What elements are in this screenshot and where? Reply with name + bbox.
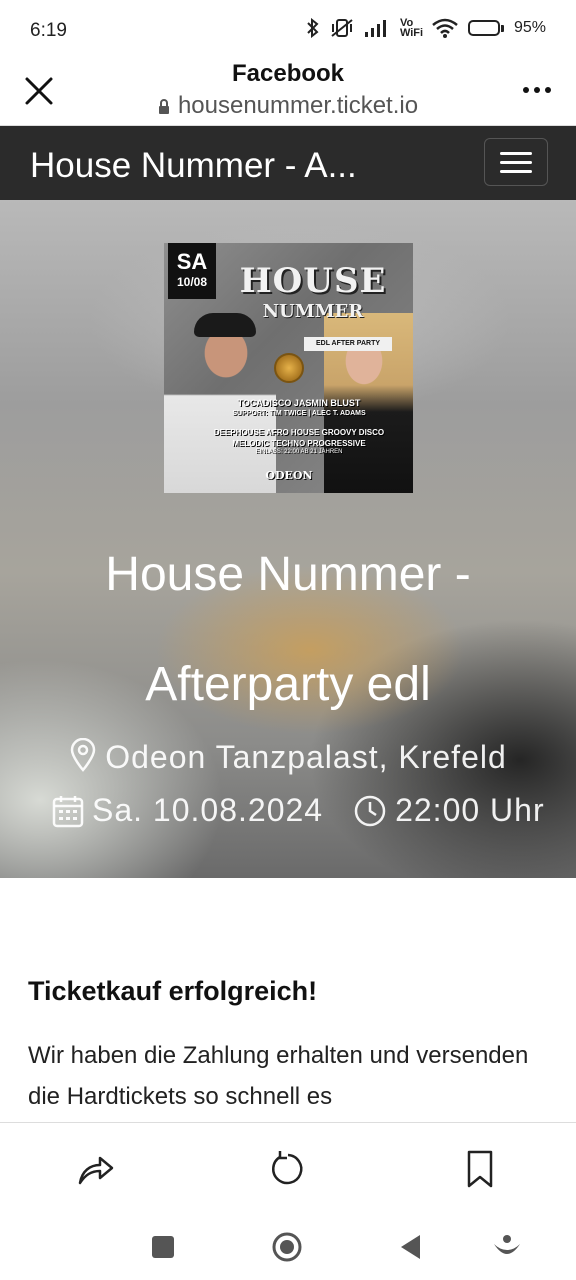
recents-button[interactable] — [146, 1230, 180, 1264]
home-button[interactable] — [270, 1230, 304, 1264]
status-bar: 6:19 Vo WiFi 95% — [0, 0, 576, 60]
poster-day: SA — [176, 249, 208, 274]
confirmation-heading: Ticketkauf erfolgreich! — [28, 976, 318, 1006]
battery-percent: 95% — [513, 19, 546, 36]
lock-icon — [158, 98, 169, 114]
poster-artists: TOCADISCO JASMIN BLUST — [237, 398, 361, 408]
location-pin-icon — [70, 737, 96, 772]
purchase-confirmation: Ticketkauf erfolgreich! Wir haben die Za… — [28, 976, 548, 1117]
assist-icon — [494, 1235, 520, 1254]
event-time: 22:00 Uhr — [395, 792, 545, 828]
site-navbar: House Nummer - A... — [0, 126, 576, 200]
poster-entry: EINLASS: 22:00 AB 21 JAHREN — [255, 449, 343, 455]
close-icon — [25, 77, 53, 105]
vowifi-label: Vo WiFi — [399, 17, 424, 39]
poster-date: 10/08 — [176, 275, 208, 289]
more-icon — [523, 87, 529, 93]
event-title: House Nummer - Afterparty edl — [105, 548, 471, 711]
close-button[interactable] — [22, 74, 56, 108]
event-venue: Odeon Tanzpalast, Krefeld — [0, 737, 576, 776]
bookmark-button[interactable] — [460, 1149, 500, 1189]
browser-url[interactable]: housenummer.ticket.io — [0, 92, 576, 120]
share-button[interactable] — [76, 1149, 116, 1189]
status-time: 6:19 — [30, 20, 67, 41]
poster-venue: ODEON — [265, 469, 313, 482]
recents-icon — [152, 1236, 174, 1258]
vibrate-icon — [331, 19, 353, 37]
signal-icon — [364, 20, 386, 37]
poster-title: HOUSE — [239, 261, 387, 301]
back-icon — [401, 1235, 420, 1259]
event-datetime: Sa. 10.08.2024 22:00 Uhr — [52, 792, 545, 829]
battery-icon — [467, 20, 504, 36]
venue-text: Odeon Tanzpalast, Krefeld — [105, 739, 507, 775]
browser-toolbar — [0, 1122, 576, 1218]
back-button[interactable] — [394, 1230, 428, 1264]
bluetooth-icon — [307, 18, 319, 38]
in-app-browser-header: Facebook housenummer.ticket.io — [0, 60, 576, 126]
confirmation-text: Wir haben die Zahlung erhalten und verse… — [28, 1042, 529, 1110]
share-icon — [78, 1156, 114, 1185]
status-icons: Vo WiFi 95% — [306, 17, 546, 39]
calendar-icon — [52, 795, 84, 827]
bookmark-icon — [467, 1150, 493, 1188]
reload-button[interactable] — [268, 1149, 308, 1189]
url-text: housenummer.ticket.io — [177, 92, 419, 119]
poster-support: SUPPORT: TIM TWICE | ALEC T. ADAMS — [232, 410, 366, 417]
reload-icon — [272, 1151, 303, 1185]
home-icon — [272, 1232, 302, 1262]
site-title[interactable]: House Nummer - A... — [30, 146, 357, 186]
menu-toggle-button[interactable] — [484, 138, 548, 186]
poster-subtitle: NUMMER — [262, 301, 364, 322]
event-hero: SA 10/08 HOUSE NUMMER EDL AFTER PARTY TO… — [0, 200, 576, 878]
event-date: Sa. 10.08.2024 — [92, 792, 324, 828]
poster-date-badge: SA 10/08 — [168, 243, 216, 299]
clock-icon — [354, 795, 386, 826]
system-navigation-bar — [0, 1218, 576, 1280]
wifi-icon — [432, 18, 458, 38]
assist-button[interactable] — [490, 1230, 524, 1264]
poster-logo-icon — [274, 353, 304, 383]
event-poster: SA 10/08 HOUSE NUMMER EDL AFTER PARTY TO… — [164, 243, 413, 493]
browser-app-title: Facebook — [231, 60, 345, 87]
more-options-button[interactable] — [520, 80, 554, 100]
poster-banner: EDL AFTER PARTY — [304, 337, 392, 351]
poster-genres: DEEPHOUSE AFRO HOUSE GROOVY DISCO MELODI… — [213, 428, 385, 448]
hamburger-icon — [500, 151, 532, 155]
